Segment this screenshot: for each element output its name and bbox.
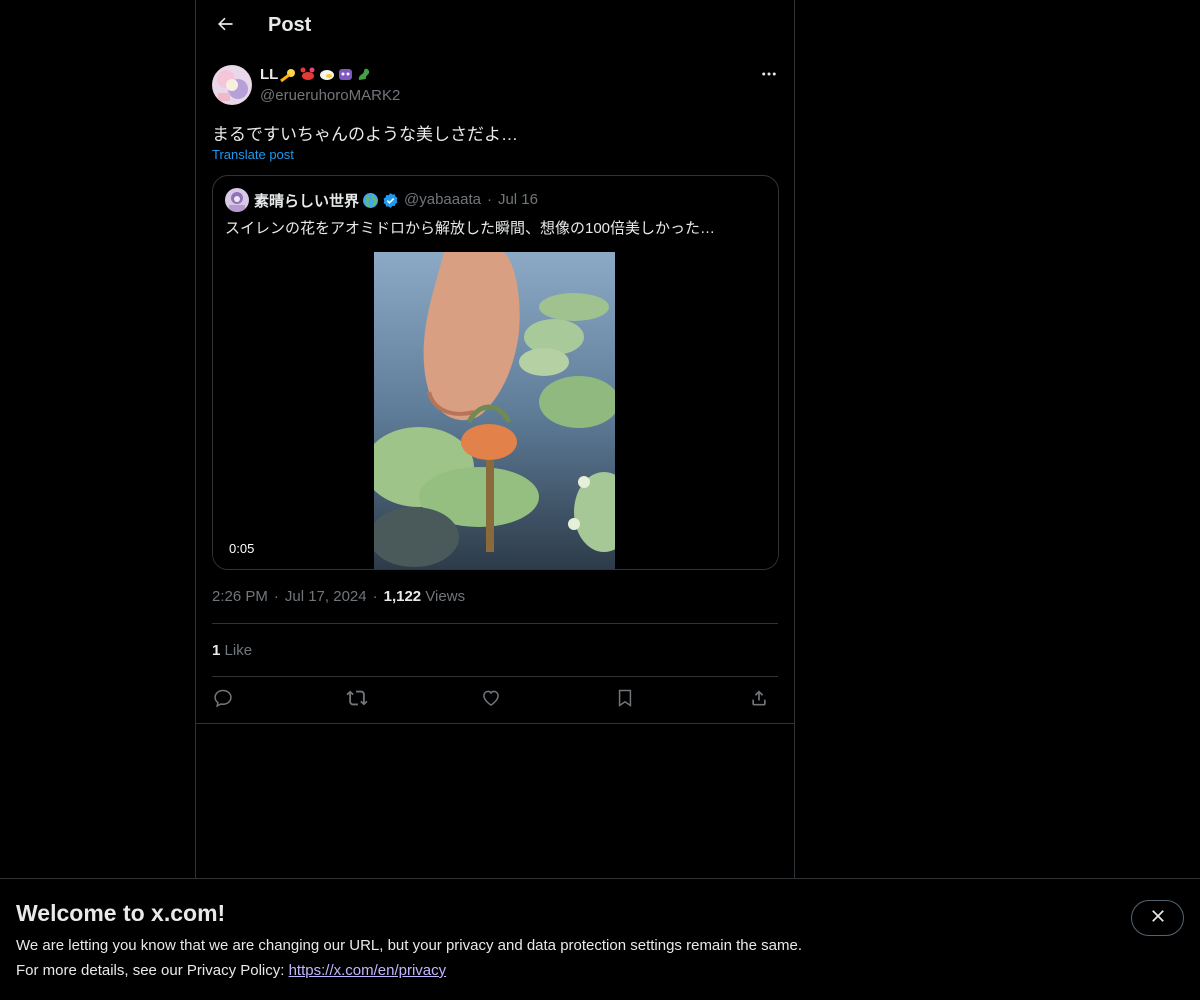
globe-emoji	[362, 192, 379, 209]
crab-emoji	[299, 66, 316, 83]
close-icon	[1149, 907, 1167, 930]
author-name-text: LL	[260, 66, 279, 83]
meta-separator: ·	[372, 588, 378, 605]
author-handle[interactable]: @erueruhoroMARK2	[260, 87, 400, 104]
quote-text: スイレンの花をアオミドロから解放した瞬間、想像の100倍美しかった…	[225, 220, 716, 237]
quote-author-handle: @yabaaata	[404, 191, 481, 208]
repost-icon	[346, 687, 368, 714]
post-text: まるですいちゃんのような美しさだよ…	[212, 125, 518, 144]
divider	[196, 723, 794, 724]
video-duration: 0:05	[225, 540, 259, 557]
share-button[interactable]	[744, 685, 774, 715]
banner-text: We are letting you know that we are chan…	[16, 937, 802, 954]
close-banner-button[interactable]	[1131, 900, 1184, 936]
reply-button[interactable]	[208, 685, 238, 715]
more-options-button[interactable]	[756, 63, 782, 89]
repost-button[interactable]	[342, 685, 372, 715]
quote-date: Jul 16	[497, 191, 538, 208]
quote-meta: @yabaaata · Jul 16	[404, 191, 538, 208]
likes-count: 1	[212, 642, 221, 659]
banner-privacy-text: For more details, see our Privacy Policy…	[16, 962, 289, 979]
views-label: Views	[425, 588, 466, 605]
quote-video[interactable]: 0:05	[213, 252, 778, 569]
post-date[interactable]: Jul 17, 2024	[285, 588, 367, 605]
main-column: Post LL @erueruhoroMARK2 まるですいちゃんのような美しさ…	[195, 0, 795, 878]
more-horizontal-icon	[760, 65, 778, 88]
post-time[interactable]: 2:26 PM	[212, 588, 268, 605]
comet-emoji	[280, 66, 297, 83]
alien-emoji	[337, 66, 354, 83]
heart-icon	[481, 688, 501, 713]
banner-title: Welcome to x.com!	[16, 900, 226, 926]
meta-separator: ·	[486, 191, 492, 208]
page-title: Post	[268, 14, 312, 36]
views-count: 1,122	[383, 588, 422, 605]
privacy-policy-link[interactable]: https://x.com/en/privacy	[289, 962, 447, 979]
quoted-post[interactable]: 素晴らしい世界 @yabaaata · Jul 16 スイレンの花をアオミドロか…	[212, 175, 779, 570]
post-header: Post	[196, 0, 794, 53]
likes-count-link[interactable]: 1 Like	[212, 642, 252, 659]
post-actions	[212, 685, 778, 715]
bookmark-icon	[615, 688, 635, 713]
like-button[interactable]	[476, 685, 506, 715]
author-name[interactable]: LL	[260, 66, 373, 83]
video-thumbnail	[374, 252, 615, 569]
quote-author-avatar	[225, 188, 249, 212]
welcome-banner: Welcome to x.com! We are letting you kno…	[0, 878, 1200, 1000]
meta-separator: ·	[273, 588, 279, 605]
divider	[212, 676, 778, 677]
back-button[interactable]	[208, 9, 242, 43]
likes-label: Like	[224, 642, 253, 659]
arrow-left-icon	[215, 14, 235, 39]
reply-icon	[213, 688, 233, 713]
quote-author-name: 素晴らしい世界	[254, 190, 399, 211]
post-timestamp-row: 2:26 PM · Jul 17, 2024 · 1,122 Views	[212, 588, 465, 605]
divider	[212, 623, 778, 624]
translate-post-link[interactable]: Translate post	[212, 147, 294, 162]
dragon-emoji	[356, 66, 373, 83]
bookmark-button[interactable]	[610, 685, 640, 715]
share-icon	[749, 688, 769, 713]
author-avatar[interactable]	[212, 65, 252, 105]
verified-badge-icon	[382, 192, 399, 209]
quote-author-name-text: 素晴らしい世界	[254, 193, 360, 210]
tooth-emoji	[318, 66, 335, 83]
banner-privacy-line: For more details, see our Privacy Policy…	[16, 962, 446, 979]
